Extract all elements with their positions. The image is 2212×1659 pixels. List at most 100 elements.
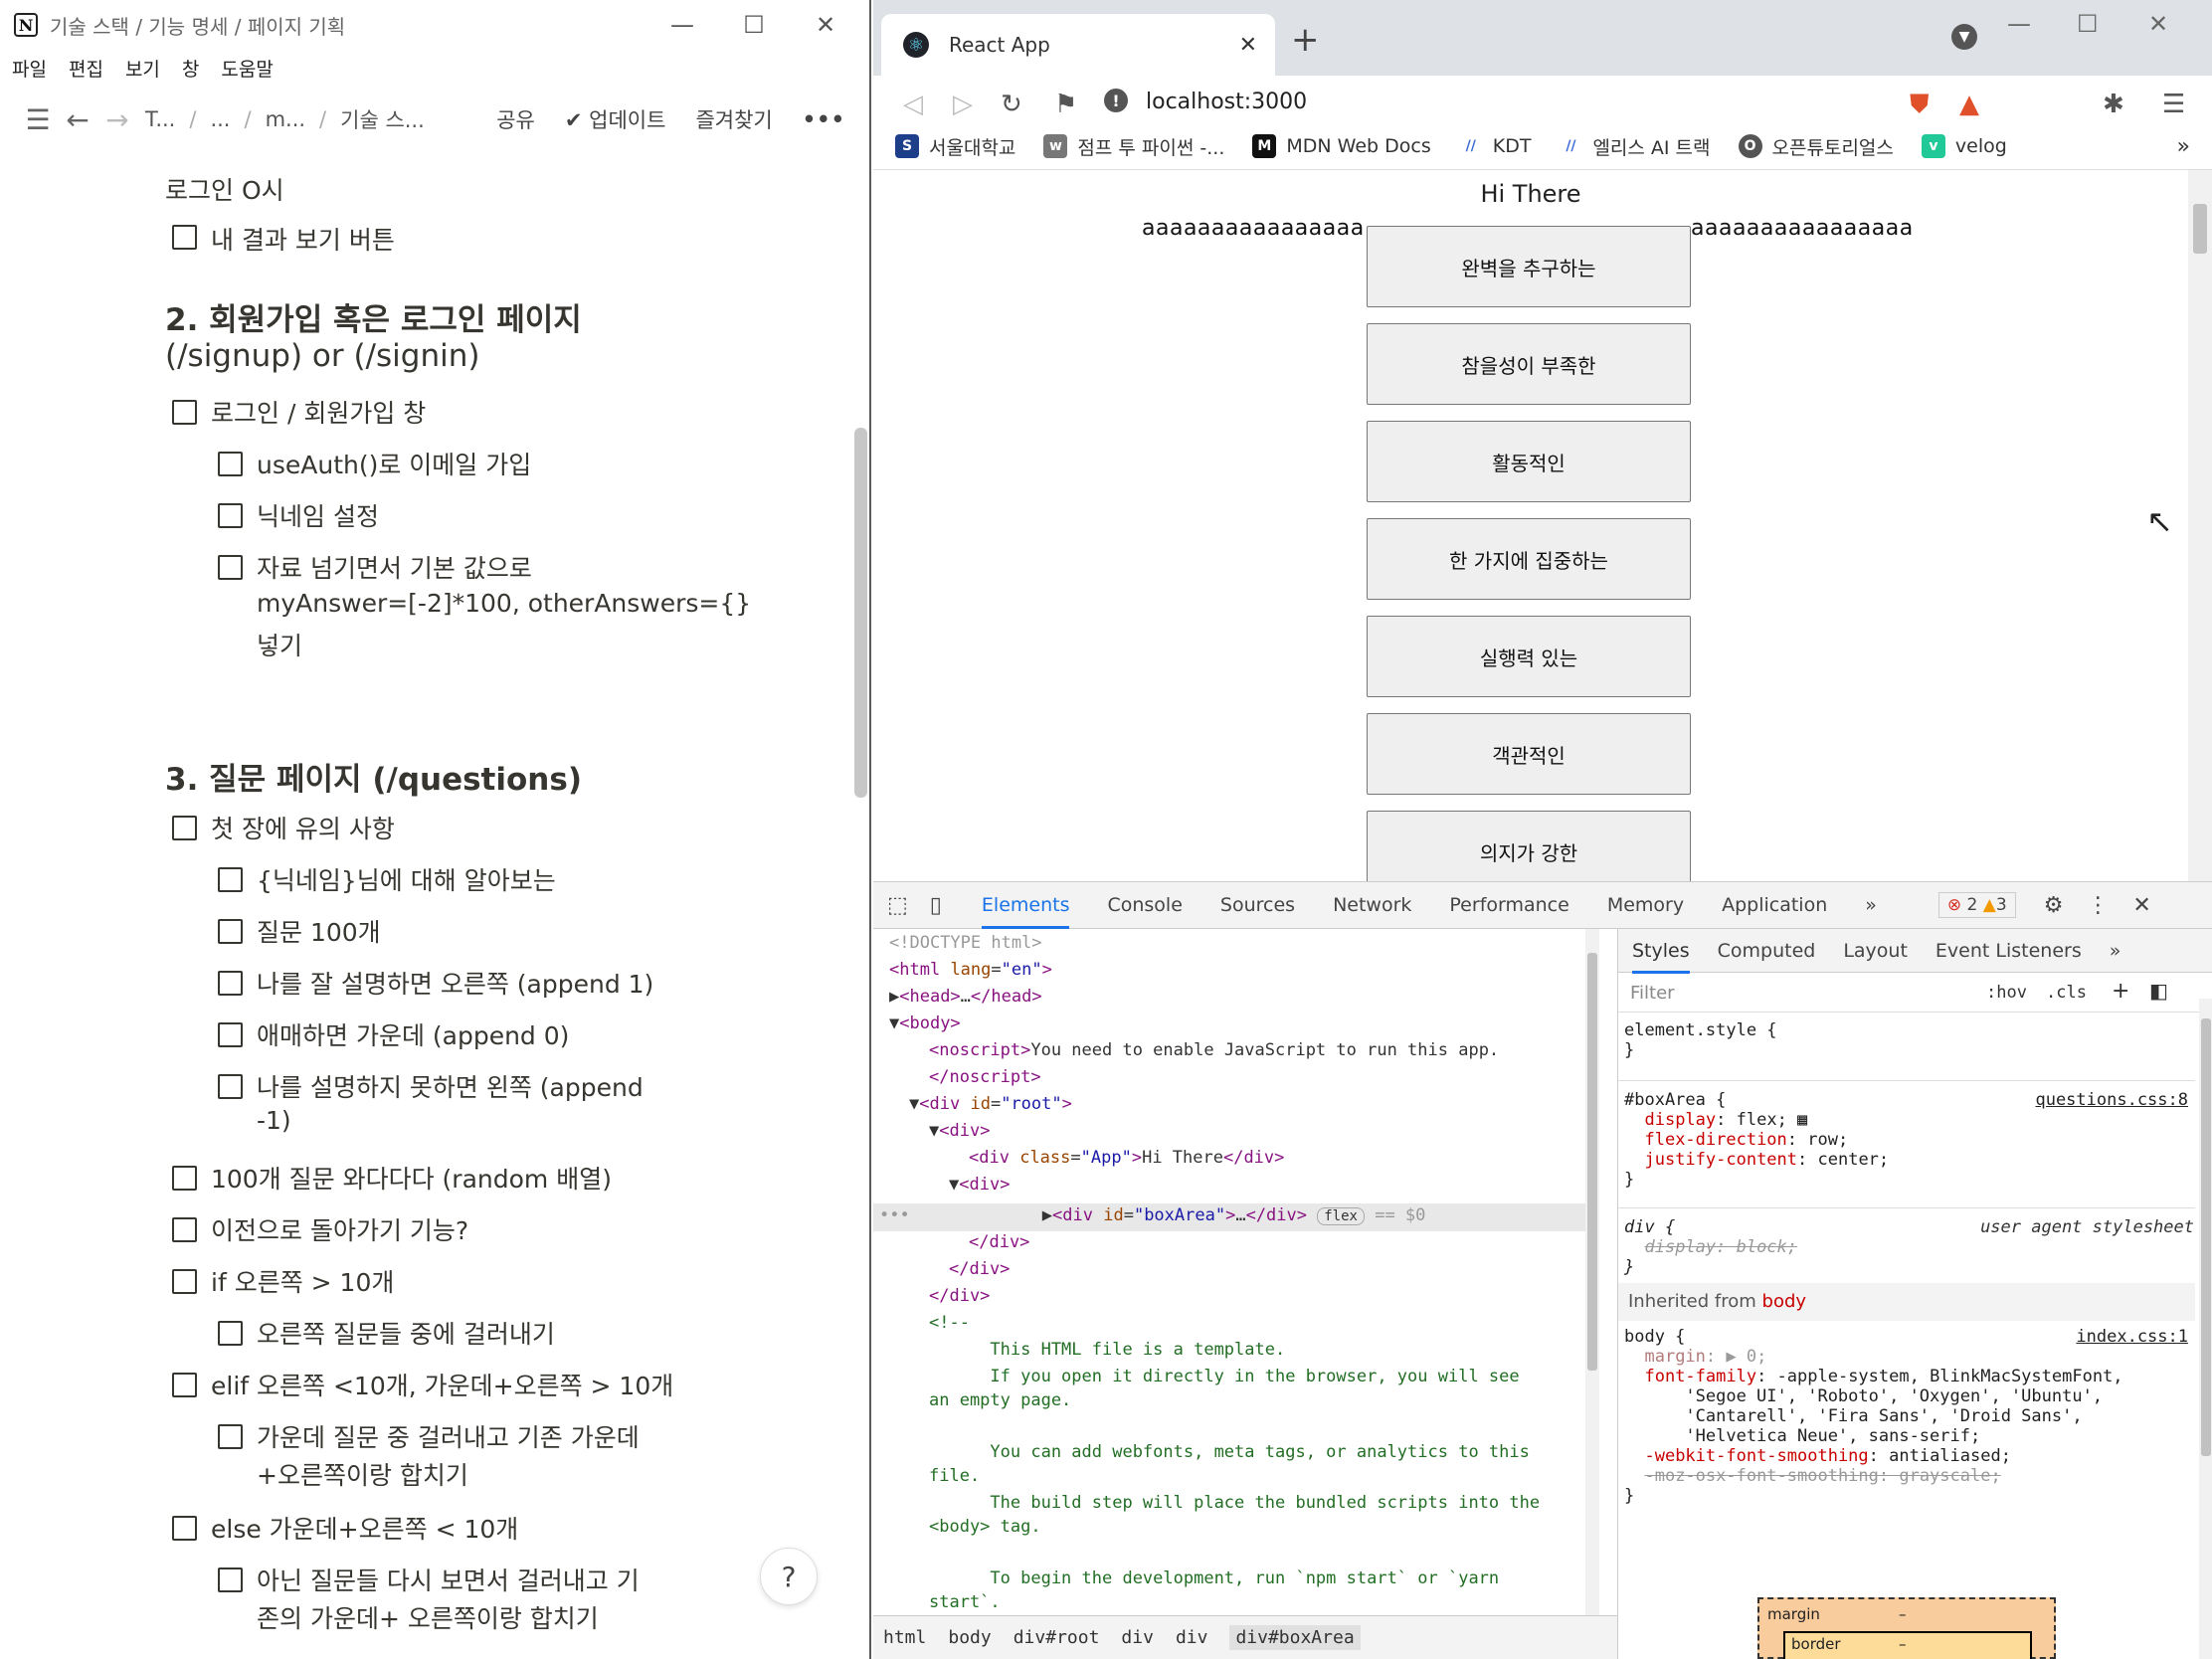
dom-line[interactable]: </noscript> [929, 1067, 1041, 1087]
dom-line[interactable]: ▼<div> [949, 1175, 1010, 1195]
tab-sources[interactable]: Sources [1220, 894, 1295, 916]
todo-checkbox[interactable] [218, 555, 243, 580]
dom-comment[interactable]: This HTML file is a template. [929, 1340, 1285, 1360]
tab-console[interactable]: Console [1107, 894, 1182, 916]
todo-text[interactable]: 나를 잘 설명하면 오른쪽 (append 1) [257, 965, 653, 1001]
answer-button[interactable]: 참을성이 부족한 [1367, 323, 1691, 405]
todo-checkbox[interactable] [218, 1074, 243, 1099]
dom-comment[interactable]: To begin the development, run `npm start… [929, 1568, 1499, 1588]
dom-comment[interactable]: an empty page. [929, 1390, 1071, 1410]
menu-window[interactable]: 창 [182, 55, 199, 82]
favorite-button[interactable]: 즐겨찾기 [695, 104, 772, 134]
todo-text-continued[interactable]: 존의 가운데+ 오른쪽이랑 합치기 [257, 1599, 599, 1635]
maximize-icon[interactable]: ☐ [2077, 10, 2099, 38]
dom-comment[interactable]: <body> tag. [929, 1517, 1041, 1537]
back-arrow-icon[interactable]: ← [58, 103, 97, 136]
browser-tab-react-app[interactable]: ⚛ React App ✕ [881, 14, 1275, 76]
inspect-element-icon[interactable]: ⬚ [887, 893, 908, 918]
tab-performance[interactable]: Performance [1449, 894, 1568, 916]
dom-line[interactable]: <div class="App">Hi There</div> [969, 1148, 1284, 1168]
dom-line[interactable]: <!DOCTYPE html> [889, 933, 1042, 953]
todo-text[interactable]: 자료 넘기면서 기본 값으로 [257, 549, 532, 585]
dom-comment[interactable]: file. [929, 1466, 980, 1486]
todo-text[interactable]: 오른쪽 질문들 중에 걸러내기 [257, 1315, 555, 1351]
todo-checkbox[interactable] [172, 225, 197, 250]
dom-line[interactable]: <noscript>You need to enable JavaScript … [929, 1040, 1499, 1060]
answer-button[interactable]: 완벽을 추구하는 [1367, 226, 1691, 307]
todo-checkbox[interactable] [172, 400, 197, 425]
tab-application[interactable]: Application [1722, 894, 1827, 916]
dom-line[interactable]: </div> [929, 1286, 990, 1306]
new-tab-icon[interactable]: + [1291, 20, 1320, 60]
todo-checkbox[interactable] [218, 971, 243, 996]
todo-text[interactable]: 아닌 질문들 다시 보면서 걸러내고 기 [257, 1562, 640, 1597]
breadcrumb-3[interactable]: m... [266, 107, 305, 131]
reload-icon[interactable]: ↻ [1001, 90, 1022, 119]
bookmark-item[interactable]: S 서울대학교 [895, 133, 1015, 160]
bookmark-item[interactable]: // 엘리스 AI 트랙 [1559, 133, 1711, 160]
source-link-index-css[interactable]: index.css:1 [2076, 1327, 2188, 1347]
answer-button[interactable]: 객관적인 [1367, 713, 1691, 795]
todo-text[interactable]: 가운데 질문 중 걸러내고 기존 가운데 [257, 1418, 640, 1454]
browser-menu-icon[interactable]: ☰ [2162, 90, 2185, 119]
dom-line-selected[interactable]: ••• ▶<div id="boxArea">…</div> flex == $… [879, 1205, 1425, 1225]
todo-text[interactable]: useAuth()로 이메일 가입 [257, 446, 531, 481]
device-toolbar-icon[interactable]: ▯ [930, 893, 942, 918]
dom-line[interactable]: ▼<body> [889, 1014, 961, 1033]
answer-button[interactable]: 실행력 있는 [1367, 616, 1691, 697]
more-bookmarks-icon[interactable]: » [2177, 134, 2190, 159]
page-scroll-thumb[interactable] [2193, 204, 2207, 254]
close-icon[interactable]: ✕ [790, 0, 861, 50]
todo-checkbox[interactable] [218, 1424, 243, 1449]
dom-line[interactable]: ▼<div id="root"> [909, 1094, 1072, 1114]
new-rule-icon[interactable]: + [2112, 979, 2129, 1004]
extensions-icon[interactable]: ✱ [2103, 90, 2124, 119]
todo-text[interactable]: 첫 장에 유의 사항 [211, 810, 395, 845]
tab-close-icon[interactable]: ✕ [1239, 33, 1257, 58]
answer-button[interactable]: 활동적인 [1367, 421, 1691, 502]
crumb-div[interactable]: div [1176, 1627, 1208, 1648]
rule-body[interactable]: body { margin: ▶ 0; font-family: -apple-… [1624, 1327, 2123, 1506]
tab-styles[interactable]: Styles [1632, 940, 1690, 974]
todo-checkbox[interactable] [172, 816, 197, 840]
page-scrollbar[interactable] [2188, 170, 2212, 882]
crumb-html[interactable]: html [883, 1627, 926, 1648]
more-tabs-icon[interactable]: » [1865, 894, 1877, 916]
breadcrumb-2[interactable]: ... [210, 107, 230, 131]
dom-line[interactable]: <html lang="en"> [889, 960, 1052, 980]
box-model-diagram[interactable]: margin – border – [1757, 1597, 2056, 1659]
todo-checkbox[interactable] [218, 867, 243, 892]
minimize-icon[interactable]: — [646, 0, 718, 50]
update-button[interactable]: ✔ 업데이트 [565, 104, 666, 134]
back-icon[interactable]: ◁ [903, 90, 923, 119]
todo-text[interactable]: 이전으로 돌아가기 기능? [211, 1211, 468, 1247]
menu-edit[interactable]: 편집 [69, 55, 103, 82]
bookmark-item[interactable]: w 점프 투 파이썬 -... [1043, 133, 1224, 160]
todo-checkbox[interactable] [172, 1269, 197, 1294]
crumb-root[interactable]: div#root [1014, 1627, 1100, 1648]
styles-filter-input[interactable]: Filter :hov .cls + ◧ [1618, 973, 2212, 1013]
tab-elements[interactable]: Elements [981, 894, 1070, 929]
elements-scroll-thumb[interactable] [1587, 953, 1597, 1371]
devtools-close-icon[interactable]: ✕ [2132, 893, 2150, 918]
breadcrumb-1[interactable]: T... [145, 107, 175, 131]
todo-text[interactable]: 로그인 / 회원가입 창 [211, 394, 426, 430]
rule-boxarea[interactable]: #boxArea { display: flex; ▦ flex-directi… [1624, 1090, 1889, 1190]
answer-button[interactable]: 한 가지에 집중하는 [1367, 518, 1691, 600]
settings-gear-icon[interactable]: ⚙ [2044, 893, 2064, 918]
bookmark-item[interactable]: O 오픈튜토리얼스 [1738, 133, 1894, 160]
toggle-sidebar-icon[interactable]: ◧ [2149, 979, 2168, 1003]
minimize-icon[interactable]: — [2007, 10, 2031, 38]
forward-icon[interactable]: ▷ [953, 90, 973, 119]
todo-checkbox[interactable] [218, 1321, 243, 1346]
dom-comment[interactable]: The build step will place the bundled sc… [929, 1493, 1540, 1513]
dom-line[interactable]: ▶<head>…</head> [889, 987, 1042, 1007]
crumb-div[interactable]: div [1121, 1627, 1154, 1648]
crumb-boxarea[interactable]: div#boxArea [1229, 1625, 1361, 1650]
menu-file[interactable]: 파일 [12, 55, 47, 82]
hamburger-menu-icon[interactable]: ☰ [18, 103, 58, 136]
todo-checkbox[interactable] [172, 1217, 197, 1242]
issues-badge[interactable]: ⊗ 2 ▲3 [1937, 892, 2016, 918]
crumb-body[interactable]: body [948, 1627, 991, 1648]
todo-text[interactable]: elif 오른쪽 <10개, 가운데+오른쪽 > 10개 [211, 1367, 673, 1402]
